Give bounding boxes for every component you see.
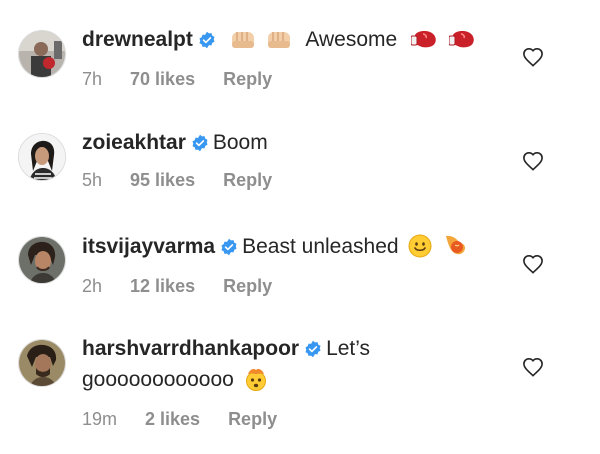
- boxing-glove-emoji-icon: [448, 29, 477, 59]
- comment-text: Beast unleashed: [242, 235, 399, 258]
- reply-button[interactable]: Reply: [223, 170, 272, 190]
- likes-count[interactable]: 12 likes: [130, 276, 195, 296]
- smiling-emoji-icon: [408, 234, 432, 266]
- comment-line: itsvijayvarma Beast unleashed: [82, 232, 502, 266]
- comment-meta: 7h 70 likes Reply: [82, 69, 502, 90]
- fist-emoji-icon: [230, 27, 256, 59]
- comment-meta: 19m 2 likes Reply: [82, 409, 502, 430]
- comment-meta: 5h 95 likes Reply: [82, 170, 502, 191]
- fire-emoji-icon: [442, 232, 468, 266]
- avatar[interactable]: [18, 236, 66, 284]
- avatar[interactable]: [18, 30, 66, 78]
- comment-line: harshvarrdhankapoor Let’s: [82, 335, 502, 366]
- heart-icon[interactable]: [522, 47, 544, 67]
- comment-meta: 2h 12 likes Reply: [82, 276, 502, 297]
- username[interactable]: zoieakhtar: [82, 131, 186, 154]
- boxing-glove-emoji-icon: [410, 29, 439, 59]
- reply-button[interactable]: Reply: [228, 409, 277, 429]
- timestamp: 5h: [82, 170, 103, 190]
- heart-icon[interactable]: [522, 151, 544, 171]
- comment-line: zoieakhtar Boom: [82, 129, 502, 160]
- comment-body: harshvarrdhankapoor Let’s goooooooooooo 1…: [82, 335, 502, 430]
- verified-badge-icon: [191, 132, 209, 160]
- timestamp: 19m: [82, 409, 118, 429]
- verified-badge-icon: [304, 338, 322, 366]
- comment-body: itsvijayvarma Beast unleashed 2h 12 likes R…: [82, 232, 502, 297]
- comment-body: zoieakhtar Boom 5h 95 likes Reply: [82, 129, 502, 191]
- likes-count[interactable]: 2 likes: [145, 409, 200, 429]
- heart-icon[interactable]: [522, 357, 544, 377]
- comment-body: drewnealpt Awesome 7h 70 likes Reply: [82, 26, 502, 90]
- username[interactable]: harshvarrdhankapoor: [82, 337, 299, 360]
- comment-line: drewnealpt Awesome: [82, 26, 502, 59]
- reply-button[interactable]: Reply: [223, 69, 272, 89]
- comment-text: Awesome: [305, 28, 398, 51]
- likes-count[interactable]: 95 likes: [130, 170, 195, 190]
- avatar[interactable]: [18, 133, 66, 181]
- heart-icon[interactable]: [522, 254, 544, 274]
- fist-emoji-icon: [266, 27, 292, 59]
- timestamp: 2h: [82, 276, 103, 296]
- likes-count[interactable]: 70 likes: [130, 69, 195, 89]
- username[interactable]: drewnealpt: [82, 28, 193, 51]
- comment-text: Boom: [212, 131, 268, 154]
- reply-button[interactable]: Reply: [223, 276, 272, 296]
- verified-badge-icon: [220, 236, 238, 264]
- comment-line: goooooooooooo: [82, 366, 502, 399]
- verified-badge-icon: [198, 29, 216, 57]
- comment-text: goooooooooooo: [82, 368, 234, 391]
- username[interactable]: itsvijayvarma: [82, 235, 215, 258]
- mind-blown-emoji-icon: [244, 367, 268, 399]
- avatar[interactable]: [18, 339, 66, 387]
- timestamp: 7h: [82, 69, 103, 89]
- comments-list: drewnealpt Awesome 7h 70 likes Reply zoi…: [0, 0, 600, 454]
- comment-text: Let’s: [326, 337, 371, 360]
